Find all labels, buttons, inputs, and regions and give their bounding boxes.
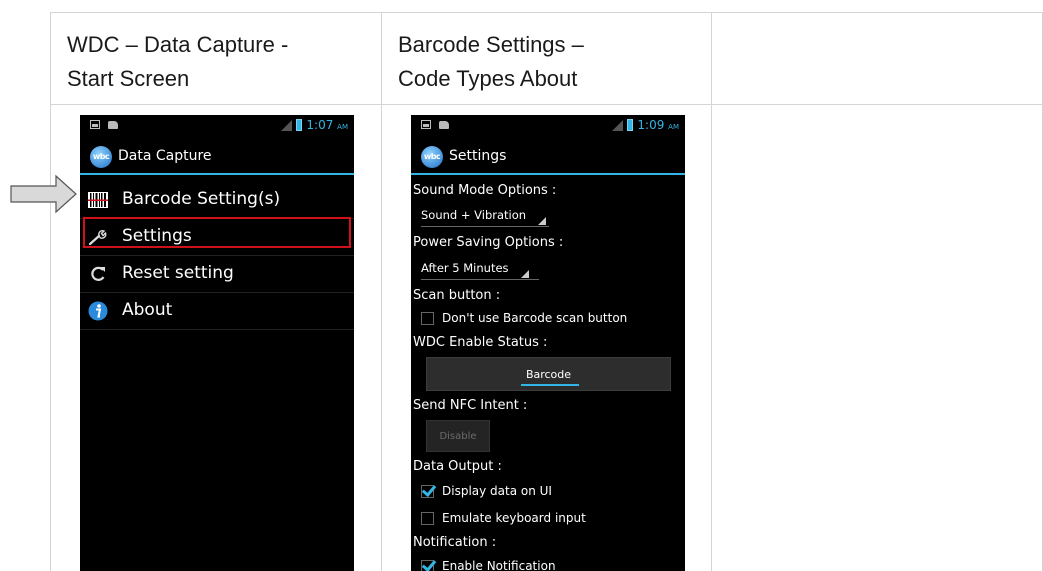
sound-mode-value: Sound + Vibration	[421, 208, 527, 222]
col1-header: WDC – Data Capture - Start Screen	[67, 28, 288, 96]
table-left-border	[50, 12, 51, 571]
sound-mode-spinner[interactable]: Sound + Vibration	[421, 205, 547, 227]
table-col-divider-1	[381, 12, 382, 571]
menu-item-label: Reset setting	[122, 263, 234, 283]
nfc-disable-button[interactable]: Disable	[426, 420, 490, 452]
signal-icon	[612, 119, 624, 131]
app-logo-icon[interactable]: wbc	[90, 146, 112, 168]
notification-label: Notification :	[413, 535, 497, 550]
sound-mode-underline	[421, 226, 549, 227]
screen-title: Data Capture	[118, 148, 212, 164]
menu-item-label: Barcode Setting(s)	[122, 189, 281, 209]
hand-notification-icon	[439, 121, 449, 129]
display-data-checkbox[interactable]	[421, 484, 434, 498]
battery-icon	[627, 119, 634, 131]
power-saving-underline	[421, 279, 539, 280]
data-output-label: Data Output :	[413, 459, 502, 474]
battery-icon	[296, 119, 303, 131]
power-saving-value: After 5 Minutes	[421, 261, 509, 275]
status-bar: 1:07 AM	[80, 115, 354, 137]
menu-item-reset-setting[interactable]: Reset setting	[80, 255, 354, 293]
reset-icon	[91, 266, 105, 281]
scan-button-option[interactable]: Don't use Barcode scan button	[421, 311, 627, 325]
scan-button-label: Scan button :	[413, 288, 501, 303]
app-logo-icon[interactable]: wbc	[421, 146, 443, 168]
phone-screen-data-capture: 1:07 AM wbc Data Capture Barcode Setting…	[80, 115, 354, 571]
hand-notification-icon	[108, 121, 118, 129]
table-top-border	[50, 12, 1043, 13]
action-bar: wbc Settings	[411, 143, 685, 175]
settings-highlight-box	[83, 217, 351, 248]
info-icon	[88, 301, 108, 321]
emulate-keyboard-option[interactable]: Emulate keyboard input	[421, 511, 586, 525]
display-data-option[interactable]: Display data on UI	[421, 484, 552, 498]
picture-notification-icon	[90, 120, 100, 129]
status-clock: 1:09 AM	[637, 118, 679, 132]
menu-item-about[interactable]: About	[80, 292, 354, 330]
dropdown-corner-icon	[538, 217, 547, 225]
power-saving-spinner[interactable]: After 5 Minutes	[421, 258, 529, 280]
sound-mode-label: Sound Mode Options :	[413, 183, 557, 198]
barcode-toggle-label: Barcode	[525, 368, 572, 381]
barcode-toggle-button[interactable]: Barcode	[426, 357, 671, 391]
display-data-label: Display data on UI	[442, 484, 552, 498]
arrow-right-icon	[10, 174, 77, 214]
table-col-divider-2	[711, 12, 712, 571]
signal-icon	[281, 119, 293, 131]
action-bar: wbc Data Capture	[80, 143, 354, 175]
menu-item-barcode-settings[interactable]: Barcode Setting(s)	[80, 181, 354, 219]
notification-option-label: Enable Notification	[442, 559, 556, 571]
wdc-enable-label: WDC Enable Status :	[413, 335, 548, 350]
col2-header-line2: Code Types About	[398, 66, 578, 91]
barcode-icon	[88, 192, 108, 208]
power-saving-label: Power Saving Options :	[413, 235, 564, 250]
status-bar: 1:09 AM	[411, 115, 685, 137]
col1-header-line1: WDC – Data Capture -	[67, 32, 289, 57]
screen-title: Settings	[449, 148, 507, 164]
table-row-divider	[50, 104, 1043, 105]
phone-screen-settings: 1:09 AM wbc Settings Sound Mode Options …	[411, 115, 685, 571]
status-clock: 1:07 AM	[306, 118, 348, 132]
emulate-keyboard-checkbox[interactable]	[421, 511, 434, 525]
emulate-keyboard-label: Emulate keyboard input	[442, 511, 586, 525]
menu-item-label: About	[122, 300, 173, 320]
scan-button-checkbox[interactable]	[421, 311, 434, 325]
col1-header-line2: Start Screen	[67, 66, 190, 91]
scan-button-option-label: Don't use Barcode scan button	[442, 311, 628, 325]
picture-notification-icon	[421, 120, 431, 129]
send-nfc-label: Send NFC Intent :	[413, 398, 528, 413]
notification-checkbox[interactable]	[421, 559, 434, 571]
col2-header-line1: Barcode Settings –	[398, 32, 584, 57]
col2-header: Barcode Settings – Code Types About	[398, 28, 584, 96]
notification-option[interactable]: Enable Notification	[421, 559, 556, 571]
nfc-disable-label: Disable	[439, 431, 477, 442]
toggle-active-indicator	[521, 384, 579, 386]
dropdown-corner-icon	[520, 270, 529, 278]
